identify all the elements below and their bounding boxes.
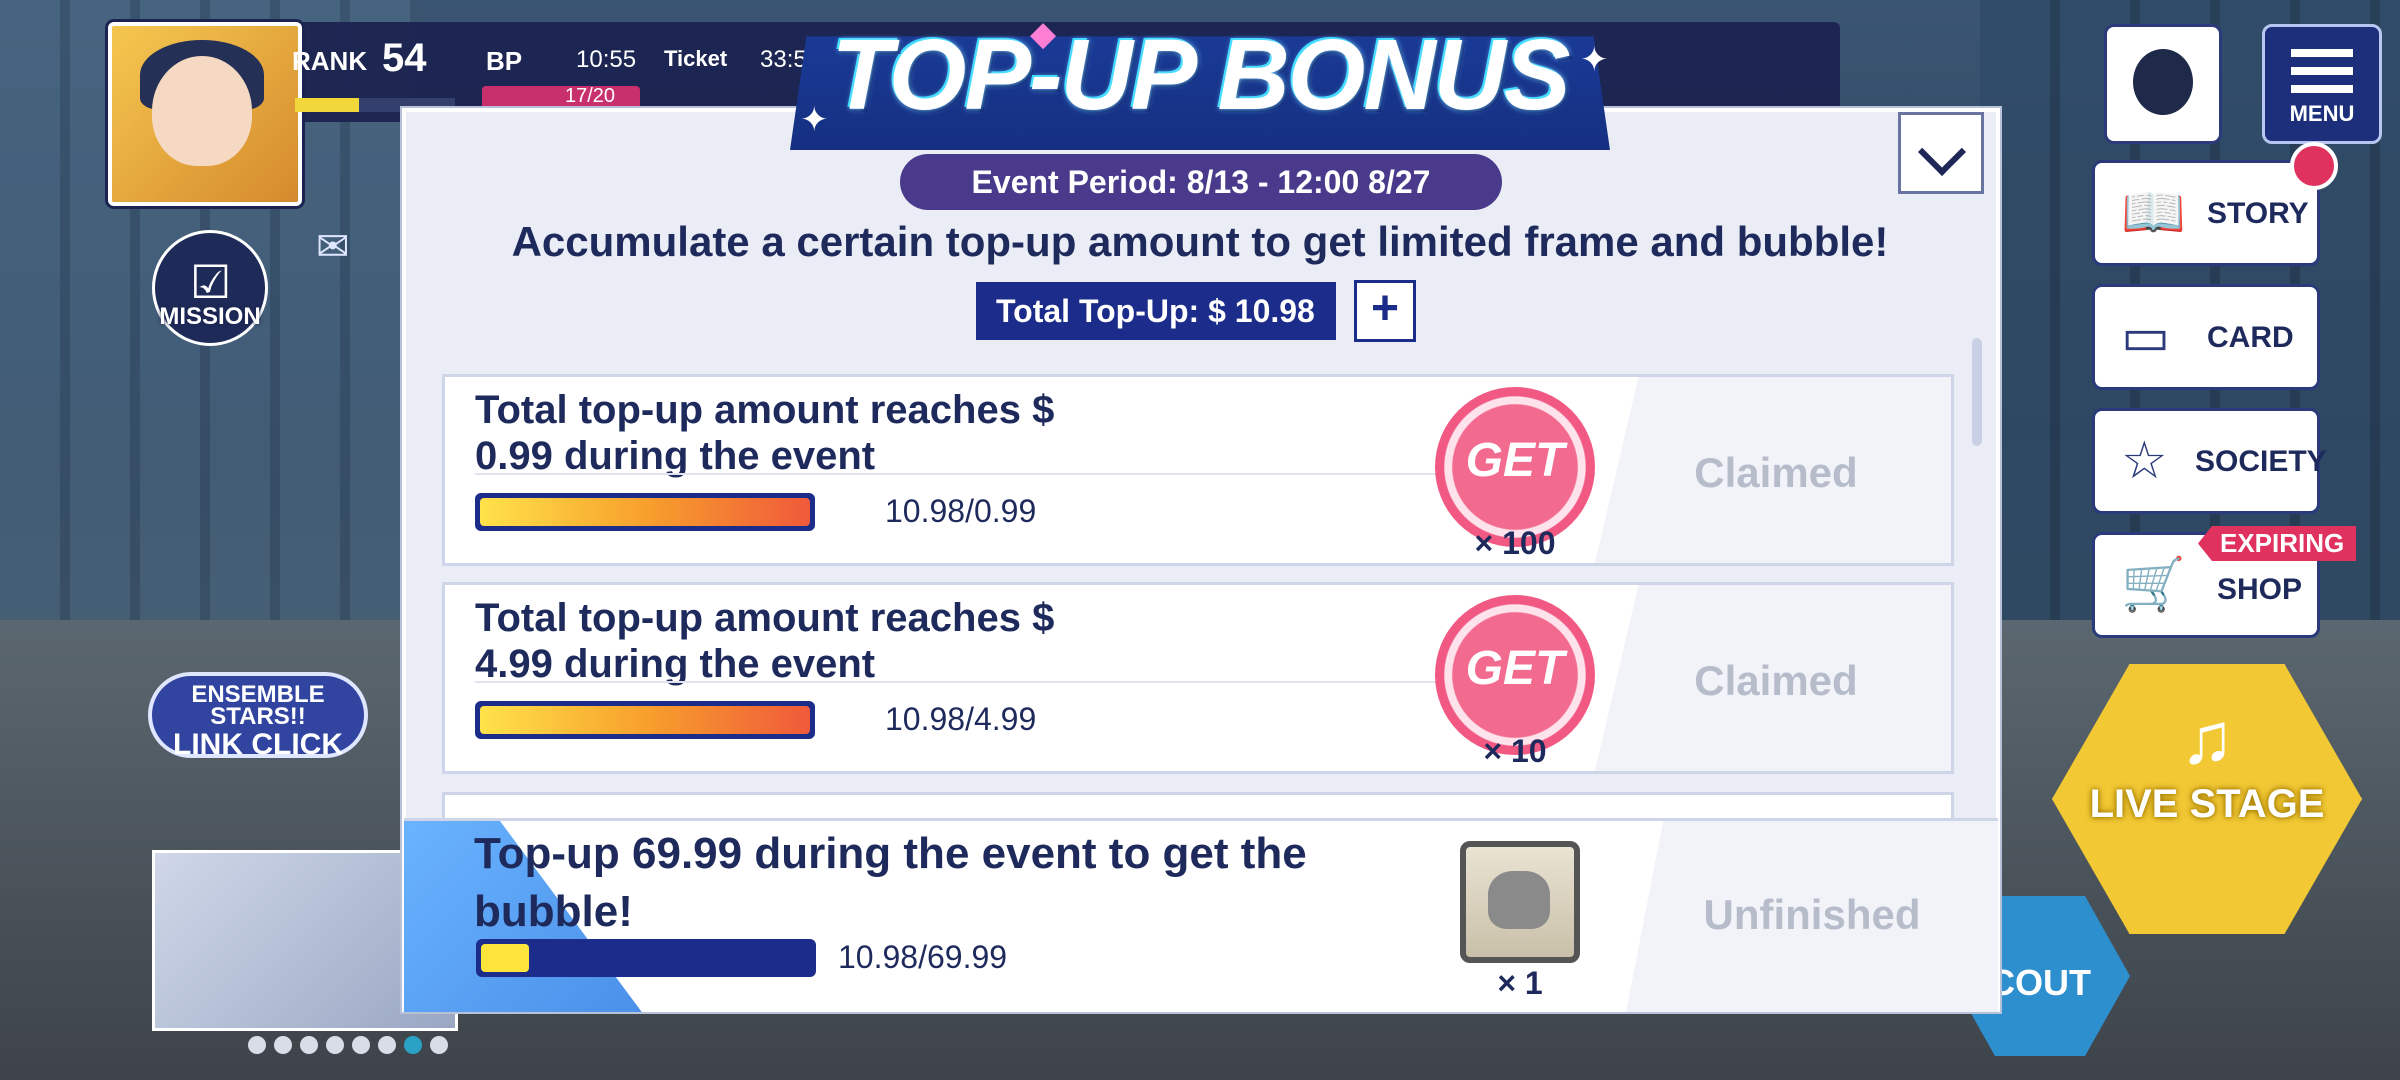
carousel-dot[interactable] xyxy=(274,1036,292,1054)
reward-quantity: × 1 xyxy=(1497,965,1543,1001)
rank-label: RANK xyxy=(292,46,368,76)
link-click-banner[interactable]: ENSEMBLE STARS!! LINK CLICK xyxy=(148,672,368,761)
card-icon: ▭ xyxy=(2121,308,2171,366)
carousel-dot[interactable] xyxy=(378,1036,396,1054)
claim-status: Claimed xyxy=(1694,449,1858,496)
mission-label: MISSION xyxy=(159,303,261,330)
dialog-subtitle: Accumulate a certain top-up amount to ge… xyxy=(511,218,1889,265)
sparkle-icon: ◆ xyxy=(1030,15,1057,53)
divider xyxy=(475,473,1595,475)
link-click-line1: ENSEMBLE STARS!! xyxy=(191,681,325,730)
progress-text: 10.98/69.99 xyxy=(838,939,1008,975)
carousel-dots xyxy=(248,1036,448,1054)
carousel-dot[interactable] xyxy=(326,1036,344,1054)
clipboard-icon: ☑ xyxy=(190,256,232,308)
carousel-dot[interactable] xyxy=(430,1036,448,1054)
menu-button[interactable]: MENU xyxy=(2262,24,2382,144)
carousel-dot[interactable] xyxy=(300,1036,318,1054)
bp-timer: 10:55 xyxy=(576,46,637,73)
reward-quantity: × 10 xyxy=(1483,733,1547,769)
collapse-button[interactable] xyxy=(1898,112,1984,194)
profile-avatar-icon xyxy=(2133,49,2193,115)
society-label: SOCIETY xyxy=(2195,445,2327,478)
task-row: Total top-up amount reaches $ 4.99 durin… xyxy=(442,582,1954,774)
bubble-task-description: Top-up 69.99 during the event to get the… xyxy=(474,829,1307,936)
total-topup: Total Top-Up: $ 10.98 xyxy=(976,282,1336,340)
bp-count: 17/20 xyxy=(565,85,616,107)
player-avatar[interactable] xyxy=(108,22,302,206)
progress-bar xyxy=(476,939,816,977)
progress-text: 10.98/0.99 xyxy=(885,493,1037,529)
ticket-label: Ticket xyxy=(664,46,728,71)
bubble-reward-icon xyxy=(1460,841,1580,963)
claim-status: Unfinished xyxy=(1703,891,1921,938)
rank-progress-fill xyxy=(295,98,359,112)
divider xyxy=(475,681,1595,683)
task-row: Total top-up amount reaches $ 0.99 durin… xyxy=(442,374,1954,566)
dialog-title: TOP-UP BONUS xyxy=(831,19,1570,131)
reward-label: GET xyxy=(1465,642,1565,695)
profile-button[interactable] xyxy=(2104,24,2222,144)
carousel-dot[interactable] xyxy=(404,1036,422,1054)
progress-fill xyxy=(480,498,810,526)
link-click-line2: LINK CLICK xyxy=(173,728,343,761)
scrollbar[interactable] xyxy=(1972,338,1982,446)
character-icon xyxy=(1488,871,1550,929)
carousel-dot[interactable] xyxy=(352,1036,370,1054)
card-label: CARD xyxy=(2207,321,2294,354)
mail-icon[interactable]: ✉ xyxy=(316,224,350,270)
carousel-dot[interactable] xyxy=(248,1036,266,1054)
story-button[interactable]: 📖 STORY xyxy=(2092,160,2320,266)
stars-icon: ☆ xyxy=(2121,432,2168,490)
shop-label: SHOP xyxy=(2217,573,2303,606)
progress-text: 10.98/4.99 xyxy=(885,701,1037,737)
progress-fill xyxy=(480,706,810,734)
rank-value: 54 xyxy=(382,36,427,80)
progress-fill xyxy=(481,944,530,972)
expiring-badge: EXPIRING xyxy=(2198,526,2357,561)
progress-bar xyxy=(475,701,815,739)
bp-label: BP xyxy=(486,46,523,76)
event-period: Event Period: 8/13 - 12:00 8/27 xyxy=(900,154,1502,210)
task-description: Total top-up amount reaches $ 4.99 durin… xyxy=(475,596,1055,686)
sparkle-icon: ✦ xyxy=(800,101,829,139)
society-button[interactable]: ☆ SOCIETY xyxy=(2092,408,2327,514)
menu-label: MENU xyxy=(2289,101,2355,126)
avatar-face xyxy=(152,56,252,166)
chevron-down-icon xyxy=(1917,127,1967,177)
book-icon: 📖 xyxy=(2121,184,2186,242)
hamburger-icon xyxy=(2291,49,2353,93)
card-button[interactable]: ▭ CARD xyxy=(2092,284,2320,390)
notification-badge xyxy=(2290,142,2338,190)
story-label: STORY xyxy=(2207,197,2309,230)
bubble-task-row: Top-up 69.99 during the event to get the… xyxy=(404,818,1998,1012)
task-description: Total top-up amount reaches $ 0.99 durin… xyxy=(475,388,1055,478)
progress-bar xyxy=(475,493,815,531)
reward-quantity: × 100 xyxy=(1474,525,1556,561)
claim-status: Claimed xyxy=(1694,657,1858,704)
reward-label: GET xyxy=(1465,434,1565,487)
ticket-timer: 33:5 xyxy=(760,46,807,73)
sparkle-icon: ✦ xyxy=(1580,41,1609,79)
cart-icon: 🛒 xyxy=(2121,556,2186,614)
live-stage-label: LIVE STAGE xyxy=(2089,782,2325,826)
add-topup-button[interactable]: + xyxy=(1354,280,1416,342)
